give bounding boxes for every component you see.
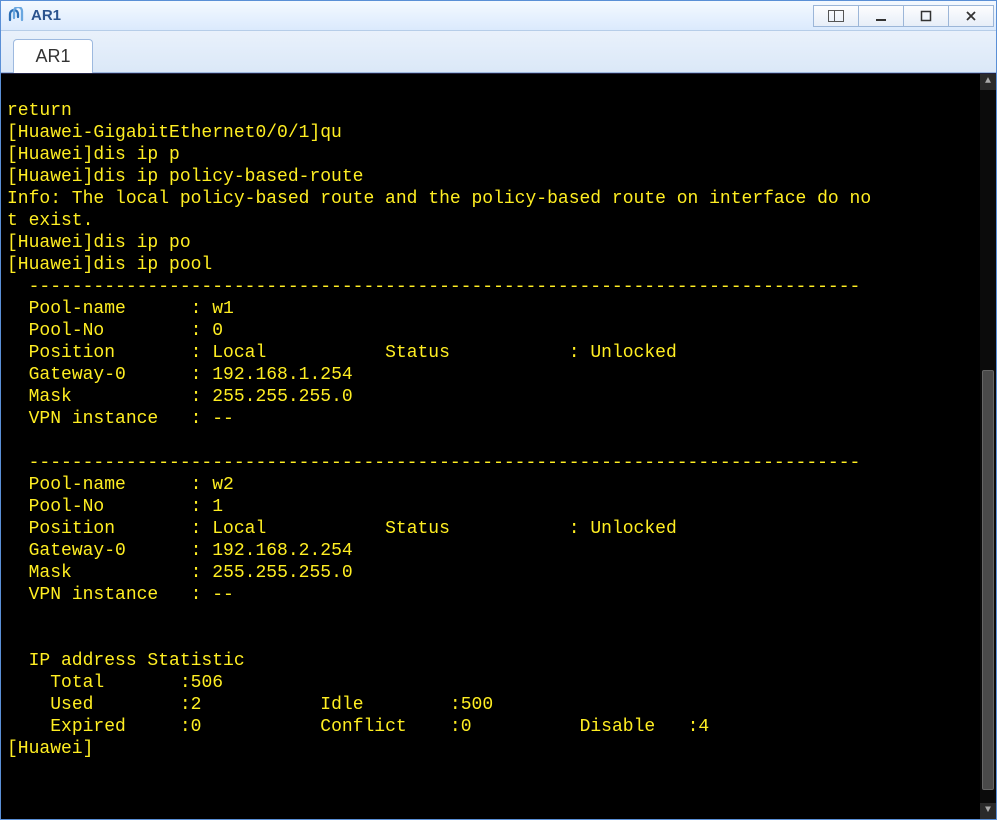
pool-row: Mask : 255.255.255.0 bbox=[7, 387, 353, 407]
close-button[interactable] bbox=[948, 5, 994, 27]
scroll-track[interactable] bbox=[980, 90, 996, 803]
pool-row: Gateway-0 : 192.168.2.254 bbox=[7, 541, 353, 561]
terminal-prompt: [Huawei] bbox=[7, 739, 93, 759]
stat-title: IP address Statistic bbox=[7, 651, 245, 671]
pool-row: Position : Local Status : Unlocked bbox=[7, 343, 677, 363]
blank-line bbox=[7, 431, 18, 451]
tab-ar1[interactable]: AR1 bbox=[13, 39, 93, 73]
minimize-button[interactable] bbox=[858, 5, 904, 27]
pool-row: Mask : 255.255.255.0 bbox=[7, 563, 353, 583]
pool-row: Pool-No : 0 bbox=[7, 321, 223, 341]
terminal-line: [Huawei-GigabitEthernet0/0/1]qu bbox=[7, 123, 342, 143]
terminal-line: [Huawei]dis ip p bbox=[7, 145, 180, 165]
pool-row: Pool-name : w2 bbox=[7, 475, 234, 495]
stat-row: Expired :0 Conflict :0 Disable :4 bbox=[7, 717, 709, 737]
scroll-thumb[interactable] bbox=[982, 370, 994, 790]
scroll-up-arrow[interactable]: ▲ bbox=[980, 74, 996, 90]
snap-button[interactable] bbox=[813, 5, 859, 27]
pool-row: Position : Local Status : Unlocked bbox=[7, 519, 677, 539]
app-window: AR1 AR1 return [Huawei-GigabitEtherne bbox=[0, 0, 997, 820]
scroll-down-arrow[interactable]: ▼ bbox=[980, 803, 996, 819]
maximize-button[interactable] bbox=[903, 5, 949, 27]
terminal-line: [Huawei]dis ip po bbox=[7, 233, 191, 253]
app-icon bbox=[7, 7, 25, 25]
titlebar-buttons bbox=[814, 5, 994, 27]
separator-line: ----------------------------------------… bbox=[7, 277, 860, 297]
titlebar: AR1 bbox=[1, 1, 996, 31]
pool-row: Pool-name : w1 bbox=[7, 299, 234, 319]
pool-row: VPN instance : -- bbox=[7, 409, 234, 429]
pool-row: Pool-No : 1 bbox=[7, 497, 223, 517]
terminal-line: return bbox=[7, 101, 72, 121]
terminal-info-line: Info: The local policy-based route and t… bbox=[7, 189, 871, 209]
terminal[interactable]: return [Huawei-GigabitEthernet0/0/1]qu [… bbox=[1, 73, 996, 819]
tabstrip: AR1 bbox=[1, 31, 996, 73]
terminal-scrollbar[interactable]: ▲ ▼ bbox=[980, 74, 996, 819]
pool-row: Gateway-0 : 192.168.1.254 bbox=[7, 365, 353, 385]
terminal-line: [Huawei]dis ip pool bbox=[7, 255, 212, 275]
pool-row: VPN instance : -- bbox=[7, 585, 234, 605]
stat-row: Total :506 bbox=[7, 673, 223, 693]
blank-line bbox=[7, 607, 18, 627]
separator-line: ----------------------------------------… bbox=[7, 453, 860, 473]
stat-row: Used :2 Idle :500 bbox=[7, 695, 493, 715]
terminal-line: [Huawei]dis ip policy-based-route bbox=[7, 167, 363, 187]
window-title: AR1 bbox=[31, 7, 814, 24]
blank-line bbox=[7, 629, 18, 649]
terminal-info-line: t exist. bbox=[7, 211, 93, 231]
tab-label: AR1 bbox=[35, 46, 70, 67]
